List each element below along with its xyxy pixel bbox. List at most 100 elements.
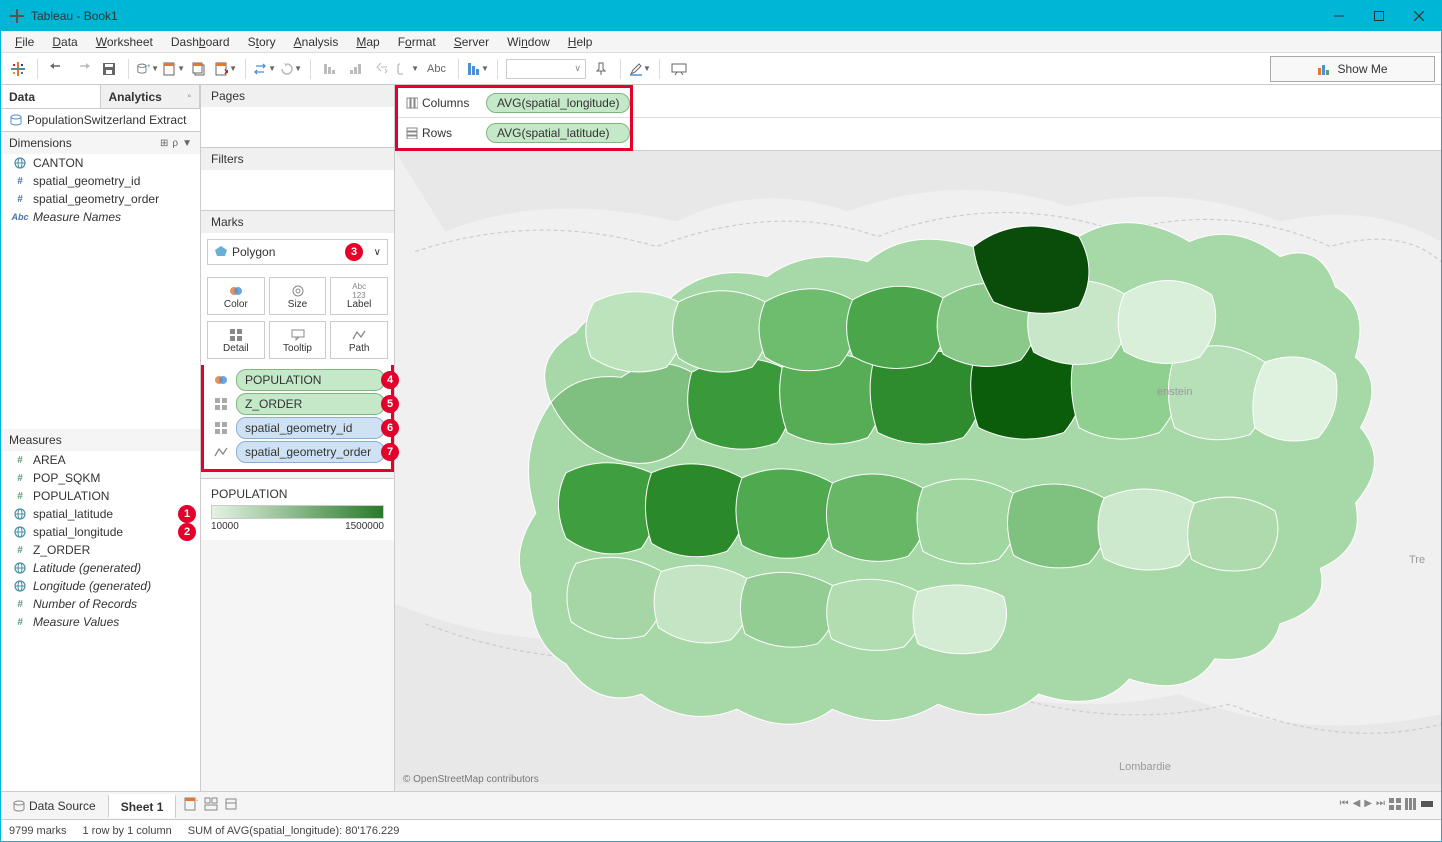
menu-window[interactable]: Window <box>499 33 558 51</box>
menu-story[interactable]: Story <box>240 33 284 51</box>
measure-field[interactable]: #POP_SQKM <box>1 469 200 487</box>
dimensions-search-icon[interactable]: ρ <box>172 138 178 149</box>
show-sheet-sorter-button[interactable] <box>1405 798 1417 813</box>
datasource-row[interactable]: PopulationSwitzerland Extract <box>1 109 200 132</box>
show-filmstrip-button[interactable] <box>1389 798 1401 813</box>
totals-button[interactable]: ▼ <box>467 58 489 80</box>
dimensions-view-icon[interactable]: ⊞ <box>160 138 168 149</box>
measure-field[interactable]: spatial_longitude2 <box>1 523 200 541</box>
next-sheet-button[interactable]: ▶ <box>1364 798 1372 813</box>
last-sheet-button[interactable]: ⏭ <box>1376 798 1385 813</box>
menu-format[interactable]: Format <box>390 33 444 51</box>
mark-pill-row: Z_ORDER5 <box>210 393 385 415</box>
measure-field[interactable]: #Number of Records <box>1 595 200 613</box>
sort-asc-button[interactable] <box>319 58 341 80</box>
detail-card[interactable]: Detail <box>207 321 265 359</box>
menu-data[interactable]: Data <box>44 33 85 51</box>
color-legend[interactable]: POPULATION 10000 1500000 <box>201 478 394 540</box>
new-dashboard-tab-button[interactable] <box>204 797 218 814</box>
mark-pill-type-icon[interactable] <box>210 442 232 462</box>
presentation-button[interactable] <box>668 58 690 80</box>
mark-pill-type-icon[interactable] <box>210 394 232 414</box>
show-tabs-button[interactable] <box>1421 798 1433 813</box>
measure-field[interactable]: #POPULATION <box>1 487 200 505</box>
detail-icon <box>230 327 242 343</box>
dimension-field[interactable]: CANTON <box>1 154 200 172</box>
dimension-field[interactable]: #spatial_geometry_order <box>1 190 200 208</box>
menu-dashboard[interactable]: Dashboard <box>163 33 238 51</box>
size-icon <box>291 283 305 299</box>
mark-pill-type-icon[interactable] <box>210 418 232 438</box>
redo-button[interactable] <box>72 58 94 80</box>
minimize-button[interactable] <box>1325 6 1353 26</box>
mark-pill-type-icon[interactable] <box>210 370 232 390</box>
measure-field[interactable]: #AREA <box>1 451 200 469</box>
sort-desc-button[interactable] <box>345 58 367 80</box>
show-labels-button[interactable]: Abc <box>423 58 450 80</box>
clear-sheet-button[interactable]: ×▼ <box>215 58 237 80</box>
save-button[interactable] <box>98 58 120 80</box>
toolbar-search[interactable]: ∨ <box>506 59 586 79</box>
rows-pill[interactable]: AVG(spatial_latitude) <box>486 123 630 143</box>
menu-worksheet[interactable]: Worksheet <box>88 33 161 51</box>
svg-text:+: + <box>196 797 198 807</box>
map-view[interactable]: mtéensteinTreLombardie © OpenStreetMap c… <box>395 151 1441 791</box>
clip-button[interactable]: ▼ <box>397 58 419 80</box>
pin-button[interactable] <box>590 58 612 80</box>
undo-button[interactable] <box>46 58 68 80</box>
tab-analytics[interactable]: Analytics◦ <box>101 85 201 108</box>
tooltip-card[interactable]: Tooltip <box>269 321 327 359</box>
mark-pill-label: POPULATION <box>245 373 321 387</box>
color-card[interactable]: Color <box>207 277 265 315</box>
autoupdate-button[interactable]: ▼ <box>280 58 302 80</box>
dimension-field[interactable]: AbcMeasure Names <box>1 208 200 226</box>
sheet-tab[interactable]: Sheet 1 <box>109 794 177 818</box>
new-worksheet-button[interactable]: +▼ <box>163 58 185 80</box>
first-sheet-button[interactable]: ⏮ <box>1340 798 1349 813</box>
measure-field[interactable]: #Z_ORDER <box>1 541 200 559</box>
columns-shelf-ext[interactable] <box>633 85 1441 118</box>
new-worksheet-tab-button[interactable]: + <box>184 797 198 814</box>
measure-field[interactable]: #Measure Values <box>1 613 200 631</box>
prev-sheet-button[interactable]: ◀ <box>1353 798 1361 813</box>
label-card[interactable]: Abc123Label <box>330 277 388 315</box>
swap-button[interactable]: ▼ <box>254 58 276 80</box>
maximize-button[interactable] <box>1365 6 1393 26</box>
new-datasource-button[interactable]: +▼ <box>137 58 159 80</box>
rows-shelf-ext[interactable] <box>633 118 1441 151</box>
rows-shelf[interactable]: Rows AVG(spatial_latitude) <box>398 118 630 148</box>
svg-text:×: × <box>224 67 228 76</box>
mark-type-select[interactable]: Polygon 3 ∨ <box>207 239 388 265</box>
menu-help[interactable]: Help <box>560 33 601 51</box>
columns-shelf[interactable]: Columns AVG(spatial_longitude) <box>398 88 630 118</box>
measure-field[interactable]: Longitude (generated) <box>1 577 200 595</box>
dimension-field[interactable]: #spatial_geometry_id <box>1 172 200 190</box>
analytics-opts-icon[interactable]: ◦ <box>187 91 191 102</box>
size-card[interactable]: Size <box>269 277 327 315</box>
tab-data[interactable]: Data <box>1 85 101 108</box>
dimensions-menu-icon[interactable]: ▼ <box>182 138 192 149</box>
show-me-button[interactable]: Show Me <box>1270 56 1435 82</box>
path-card[interactable]: Path <box>330 321 388 359</box>
duplicate-sheet-button[interactable] <box>189 58 211 80</box>
data-source-tab[interactable]: Data Source <box>1 795 109 817</box>
measure-field[interactable]: spatial_latitude1 <box>1 505 200 523</box>
mark-pill[interactable]: Z_ORDER <box>236 393 385 415</box>
mark-pill[interactable]: spatial_geometry_order <box>236 441 385 463</box>
menu-server[interactable]: Server <box>446 33 497 51</box>
close-button[interactable] <box>1405 6 1433 26</box>
menu-file[interactable]: File <box>7 33 42 51</box>
columns-pill[interactable]: AVG(spatial_longitude) <box>486 93 630 113</box>
highlight-button[interactable]: ▼ <box>629 58 651 80</box>
tableau-logo-icon[interactable] <box>7 58 29 80</box>
filters-shelf[interactable] <box>201 170 394 210</box>
window-controls <box>1325 6 1433 26</box>
mark-pill[interactable]: POPULATION <box>236 369 385 391</box>
measure-field[interactable]: Latitude (generated) <box>1 559 200 577</box>
pages-shelf[interactable] <box>201 107 394 147</box>
group-button[interactable] <box>371 58 393 80</box>
new-story-tab-button[interactable] <box>224 797 238 814</box>
menu-map[interactable]: Map <box>348 33 387 51</box>
mark-pill[interactable]: spatial_geometry_id <box>236 417 385 439</box>
menu-analysis[interactable]: Analysis <box>286 33 347 51</box>
